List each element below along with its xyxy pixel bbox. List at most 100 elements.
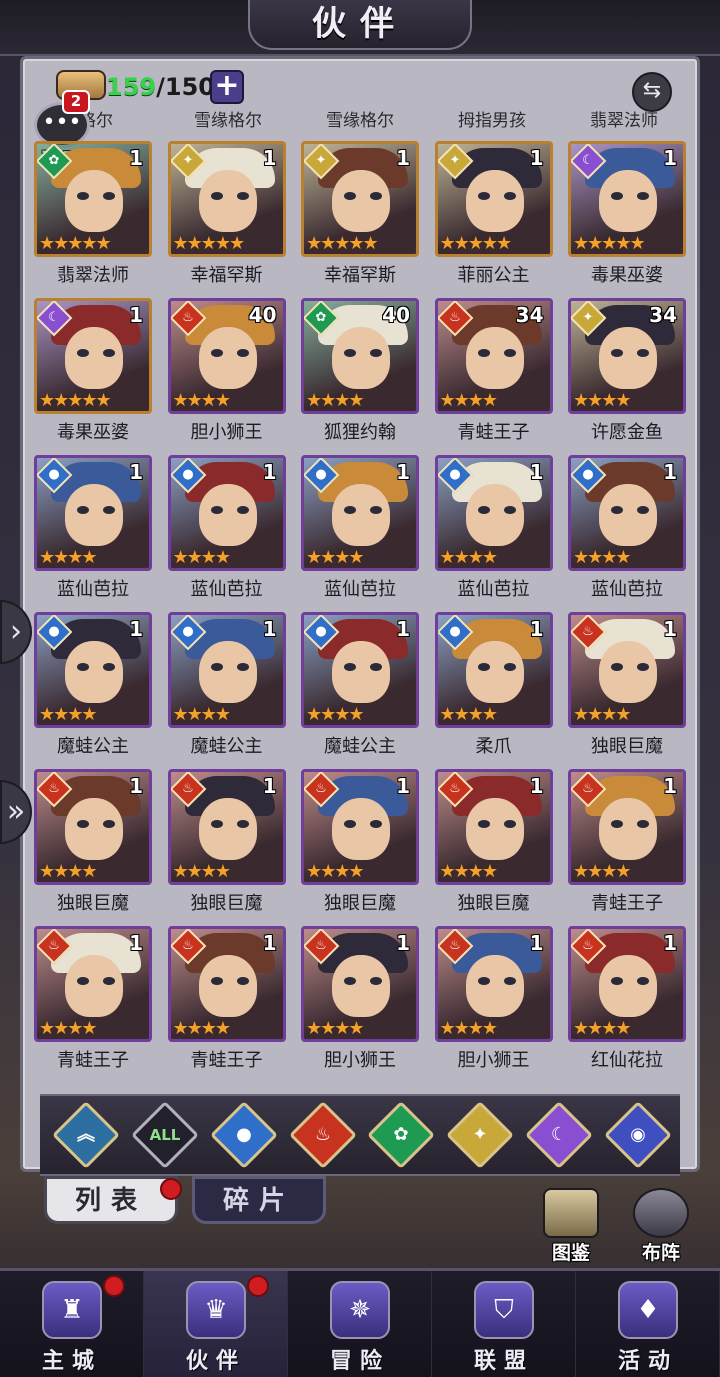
partner-portrait-frame: ● 1 ★★★★	[167, 612, 286, 728]
partner-level: 1	[663, 146, 677, 170]
star-rating: ★★★★	[306, 547, 365, 568]
partner-card[interactable]: ♨ 34 ★★★★ 青蛙王子	[434, 298, 553, 455]
partner-card[interactable]: ♨ 1 ★★★★ 独眼巨魔	[434, 769, 553, 926]
partner-portrait-frame: ✦ 1 ★★★★★	[434, 141, 553, 257]
formation-label: 布阵	[641, 1242, 680, 1264]
codex-button[interactable]: 图鉴	[540, 1188, 602, 1264]
star-rating: ★★★★	[306, 704, 365, 725]
partner-card[interactable]: ☾ 1 ★★★★★ 毒果巫婆	[568, 141, 686, 298]
nav-item-1[interactable]: ♛ 伙伴	[144, 1271, 288, 1377]
portrait-eye	[236, 349, 249, 357]
partner-name: 蓝仙芭拉	[190, 579, 263, 600]
tab-list[interactable]: 列表	[44, 1176, 178, 1224]
portrait-face	[65, 955, 123, 1017]
portrait-eye	[236, 663, 249, 671]
partner-card[interactable]: ♨ 1 ★★★★ 红仙花拉	[568, 926, 686, 1083]
nav-item-0[interactable]: ♜ 主城	[0, 1271, 144, 1377]
partner-card[interactable]: ♨ 1 ★★★★ 独眼巨魔	[568, 612, 686, 769]
portrait-eye	[344, 349, 356, 357]
partner-level: 1	[529, 460, 544, 484]
partner-card[interactable]: ● 1 ★★★★ 蓝仙芭拉	[167, 455, 286, 612]
tab-fragments[interactable]: 碎片	[192, 1176, 326, 1224]
formation-button[interactable]: 布阵	[630, 1188, 692, 1264]
partner-count-max: /150	[156, 73, 215, 101]
partner-card[interactable]: ● 1 ★★★★ 蓝仙芭拉	[34, 455, 152, 612]
flame-icon[interactable]: ♨	[288, 1101, 357, 1169]
partner-name: 独眼巨魔	[457, 893, 530, 914]
water-drop-icon[interactable]: ●	[209, 1101, 278, 1169]
partner-name: 柔爪	[475, 736, 512, 757]
all-icon[interactable]: ALL	[130, 1101, 199, 1169]
nav-item-3[interactable]: ⛉ 联盟	[432, 1271, 576, 1377]
star-rating: ★★★★	[172, 861, 232, 882]
partner-card[interactable]: ● 1 ★★★★ 蓝仙芭拉	[434, 455, 553, 612]
portrait-eye	[77, 820, 89, 828]
portrait-face	[599, 170, 657, 232]
portrait-eye	[637, 977, 649, 985]
cards-icon: ♦	[618, 1281, 678, 1339]
partner-name: 胆小狮王	[324, 1050, 396, 1071]
codex-label: 图鉴	[551, 1242, 590, 1264]
partner-card[interactable]: ☾ 1 ★★★★★ 毒果巫婆	[34, 298, 152, 455]
partner-card[interactable]: ● 1 ★★★★ 蓝仙芭拉	[568, 455, 686, 612]
partner-name: 红仙花拉	[591, 1050, 663, 1071]
crescent-moon-icon[interactable]: ☾	[525, 1101, 594, 1169]
partner-card[interactable]: ● 1 ★★★★ 魔蛙公主	[167, 612, 286, 769]
partner-card[interactable]: ♨ 1 ★★★★ 青蛙王子	[167, 926, 286, 1083]
star-rating: ★★★★	[172, 1018, 232, 1039]
partner-card[interactable]: ● 1 ★★★★ 魔蛙公主	[34, 612, 152, 769]
partner-name: 青蛙王子	[190, 1050, 263, 1071]
partner-name: 独眼巨魔	[190, 893, 263, 914]
partner-card[interactable]: ♨ 1 ★★★★ 青蛙王子	[34, 926, 152, 1083]
partner-card[interactable]: ♨ 1 ★★★★ 独眼巨魔	[34, 769, 152, 926]
sun-star-icon[interactable]: ✦	[446, 1101, 515, 1169]
partner-card[interactable]: ✦ 1 ★★★★★ 幸福罕斯	[301, 141, 419, 298]
partner-name: 独眼巨魔	[57, 893, 129, 914]
planet-icon[interactable]: ◉	[603, 1101, 672, 1169]
portrait-face	[198, 641, 257, 703]
partner-level: 1	[262, 617, 277, 641]
star-rating: ★★★★	[573, 547, 632, 568]
partner-card[interactable]: ♨ 1 ★★★★ 青蛙王子	[568, 769, 686, 926]
star-rating: ★★★★	[439, 704, 499, 725]
partner-card[interactable]: ● 1 ★★★★ 柔爪	[434, 612, 553, 769]
partner-card[interactable]: ✦ 1 ★★★★★ 幸福罕斯	[167, 141, 286, 298]
partner-level: 1	[262, 460, 277, 484]
partner-hat-icon: ♛	[186, 1281, 246, 1339]
nav-item-2[interactable]: ✵ 冒险	[288, 1271, 432, 1377]
nav-item-4[interactable]: ♦ 活动	[576, 1271, 720, 1377]
partner-name: 幸福罕斯	[324, 265, 396, 286]
portrait-eye	[637, 192, 649, 200]
partner-card[interactable]: ✿ 40 ★★★★ 狐狸约翰	[301, 298, 419, 455]
chevron-up-icon[interactable]: ︽	[52, 1101, 120, 1169]
partner-card[interactable]: ✿ 1 ★★★★★ 翡翠法师	[34, 141, 152, 298]
partner-card[interactable]: ♨ 40 ★★★★ 胆小狮王	[167, 298, 286, 455]
partner-name: 独眼巨魔	[591, 736, 663, 757]
partner-portrait-frame: ✿ 40 ★★★★	[301, 298, 419, 414]
bottom-nav: ♜ 主城 ♛ 伙伴 ✵ 冒险 ⛉ 联盟 ♦ 活动	[0, 1268, 720, 1377]
portrait-face	[198, 170, 257, 232]
partner-card[interactable]: ● 1 ★★★★ 蓝仙芭拉	[301, 455, 419, 612]
add-capacity-button[interactable]: +	[210, 70, 244, 104]
partner-card[interactable]: ♨ 1 ★★★★ 胆小狮王	[301, 926, 419, 1083]
partner-portrait-frame: ✿ 1 ★★★★★	[34, 141, 152, 257]
partner-card[interactable]: ♨ 1 ★★★★ 独眼巨魔	[167, 769, 286, 926]
portrait-face	[332, 798, 390, 860]
shield-icon: ⛉	[474, 1281, 534, 1339]
partner-card[interactable]: ✦ 34 ★★★★ 许愿金鱼	[568, 298, 686, 455]
portrait-face	[65, 641, 123, 703]
partner-card[interactable]: ● 1 ★★★★ 魔蛙公主	[301, 612, 419, 769]
partner-card[interactable]: ♨ 1 ★★★★ 独眼巨魔	[301, 769, 419, 926]
partner-card[interactable]: ✦ 1 ★★★★★ 菲丽公主	[434, 141, 553, 298]
top-row-name: 拇指男孩	[458, 111, 526, 130]
whirlwind-icon[interactable]: ✿	[367, 1101, 436, 1169]
star-rating: ★★★★	[439, 861, 499, 882]
partner-portrait-frame: ✦ 1 ★★★★★	[301, 141, 419, 257]
star-rating: ★★★★★	[39, 390, 112, 411]
partner-portrait-frame: ✦ 34 ★★★★	[568, 298, 686, 414]
portrait-face	[332, 955, 390, 1017]
castle-icon: ♜	[42, 1281, 102, 1339]
partner-card[interactable]: ♨ 1 ★★★★ 胆小狮王	[434, 926, 553, 1083]
partner-portrait-frame: ♨ 1 ★★★★	[301, 926, 419, 1042]
partner-portrait-frame: ♨ 34 ★★★★	[434, 298, 553, 414]
